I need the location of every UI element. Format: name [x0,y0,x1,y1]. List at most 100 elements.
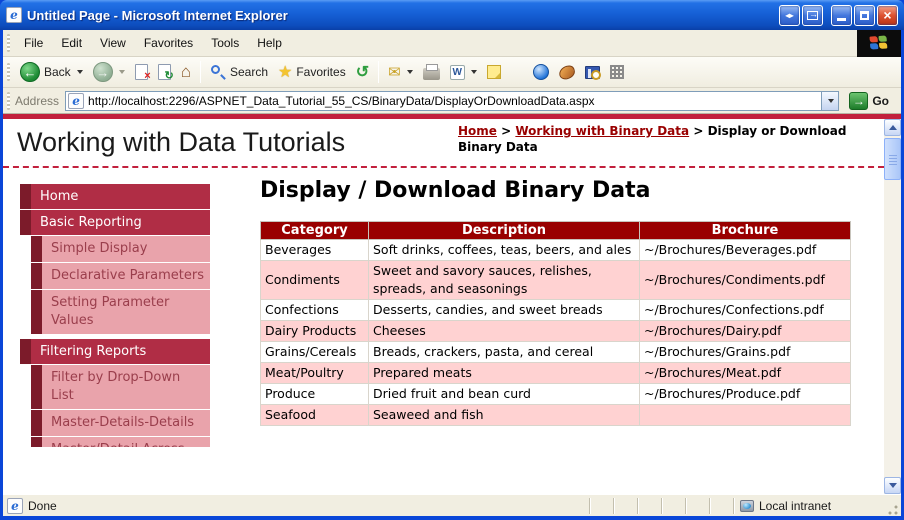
highlight-tool-button[interactable] [605,62,629,82]
address-input[interactable] [88,94,838,108]
cell-description: Cheeses [369,321,640,342]
vertical-scrollbar[interactable] [884,119,901,494]
sidebar-link[interactable]: Simple Display [42,236,210,262]
cell-category: Meat/Poultry [261,363,369,384]
address-bar: Address e → Go [3,88,901,114]
capture-tool-button[interactable] [554,63,580,82]
maximize-button[interactable] [854,5,875,26]
back-button[interactable]: ← Back [15,59,88,85]
cell-category: Dairy Products [261,321,369,342]
cell-brochure: ~/Brochures/Beverages.pdf [640,240,851,261]
addressbar-grip[interactable] [7,92,10,110]
search-button[interactable]: Search [205,61,273,83]
status-cell [613,498,637,514]
menu-help[interactable]: Help [248,32,291,54]
scroll-up-button[interactable] [884,119,901,136]
cell-category: Produce [261,384,369,405]
sidebar-link[interactable]: Basic Reporting [31,210,210,235]
menu-view[interactable]: View [91,32,135,54]
maximize-icon [860,11,869,20]
sidebar-item-home[interactable]: Home [20,184,210,209]
messenger-button[interactable] [528,61,554,83]
print-button[interactable] [418,62,445,83]
title-bar[interactable]: e Untitled Page - Microsoft Internet Exp… [0,0,904,30]
page-title: Display / Download Binary Data [260,178,852,203]
scrollbar-thumb[interactable] [884,138,901,180]
history-button[interactable]: ↺ [351,59,374,85]
menu-edit[interactable]: Edit [52,32,91,54]
forward-button[interactable]: → [88,59,130,85]
sidebar-link[interactable]: Setting Parameter Values [42,290,210,334]
window-title: Untitled Page - Microsoft Internet Explo… [27,8,777,23]
sidebar-accent [20,210,31,235]
book-search-icon [585,66,600,79]
sidebar-item-setting-parameter-values[interactable]: Setting Parameter Values [20,290,210,334]
cell-description: Prepared meats [369,363,640,384]
stop-button[interactable]: × [130,61,153,83]
cell-description: Soft drinks, coffees, teas, beers, and a… [369,240,640,261]
menu-favorites[interactable]: Favorites [135,32,202,54]
mail-dropdown-icon[interactable] [407,70,413,74]
titlebar-extra-button-1[interactable]: ◂▸ [779,5,800,26]
cell-description: Desserts, candies, and sweet breads [369,300,640,321]
cell-brochure: ~/Brochures/Grains.pdf [640,342,851,363]
breadcrumb-section-link[interactable]: Working with Binary Data [515,124,689,138]
scroll-down-button[interactable] [884,477,901,494]
breadcrumb-home-link[interactable]: Home [458,124,497,138]
mail-button[interactable]: ✉ [383,60,418,84]
page-favicon: e [68,93,84,109]
word-icon: W [450,65,465,80]
titlebar-extra-button-2[interactable]: → [802,5,823,26]
status-cell [685,498,709,514]
sidebar-item-declarative-parameters[interactable]: Declarative Parameters [20,263,210,289]
edit-with-word-button[interactable]: W [445,62,482,83]
favorites-button[interactable]: ★ Favorites [273,59,351,85]
toolbar-grip[interactable] [7,63,10,81]
menu-file[interactable]: File [15,32,52,54]
sidebar-accent [31,236,42,262]
sidebar-item-filtering-reports[interactable]: Filtering Reports [20,339,210,364]
cell-category: Seafood [261,405,369,426]
sidebar-indent [20,263,31,289]
sidebar-link[interactable]: Home [31,184,210,209]
cell-brochure: ~/Brochures/Condiments.pdf [640,261,851,300]
split-arrows-icon: ◂▸ [785,11,793,20]
research-button[interactable] [580,63,605,82]
sidebar-accent [31,365,42,409]
home-icon: ⌂ [181,65,191,79]
minimize-button[interactable] [831,5,852,26]
go-button[interactable]: → Go [845,91,893,111]
sidebar-link[interactable]: Master-Details-Details [42,410,210,436]
menu-tools[interactable]: Tools [202,32,248,54]
status-page-icon: e [7,498,23,514]
status-cell [661,498,685,514]
cell-category: Grains/Cereals [261,342,369,363]
table-row: Meat/Poultry Prepared meats ~/Brochures/… [261,363,851,384]
sidebar-item-basic-reporting[interactable]: Basic Reporting [20,210,210,235]
home-button[interactable]: ⌂ [176,62,196,82]
close-button[interactable]: × [877,5,898,26]
menubar-grip[interactable] [7,34,10,52]
forward-dropdown-icon[interactable] [119,70,125,74]
resize-grip[interactable] [885,502,899,516]
sidebar-link[interactable]: Declarative Parameters [42,263,210,289]
cell-description: Seaweed and fish [369,405,640,426]
sidebar-accent [31,290,42,334]
sidebar-indent [20,437,31,447]
table-row: Seafood Seaweed and fish [261,405,851,426]
sidebar-item-simple-display[interactable]: Simple Display [20,236,210,262]
sidebar-link[interactable]: Filtering Reports [31,339,210,364]
sidebar-item-master-details-details[interactable]: Master-Details-Details [20,410,210,436]
back-dropdown-icon[interactable] [77,70,83,74]
discuss-button[interactable] [482,62,506,82]
word-dropdown-icon[interactable] [471,70,477,74]
sidebar-item-filter-by-dropdown-list[interactable]: Filter by Drop-Down List [20,365,210,409]
address-dropdown-button[interactable] [821,92,838,110]
export-window-icon: → [807,11,818,20]
cell-brochure: ~/Brochures/Produce.pdf [640,384,851,405]
sidebar-item-master-detail-across-two-pages[interactable]: Master/Detail Across Two Pages [20,437,210,447]
favorites-label: Favorites [296,65,345,79]
refresh-button[interactable]: ↻ [153,61,176,83]
sidebar-link[interactable]: Filter by Drop-Down List [42,365,210,409]
sidebar-link[interactable]: Master/Detail Across Two Pages [42,437,210,447]
